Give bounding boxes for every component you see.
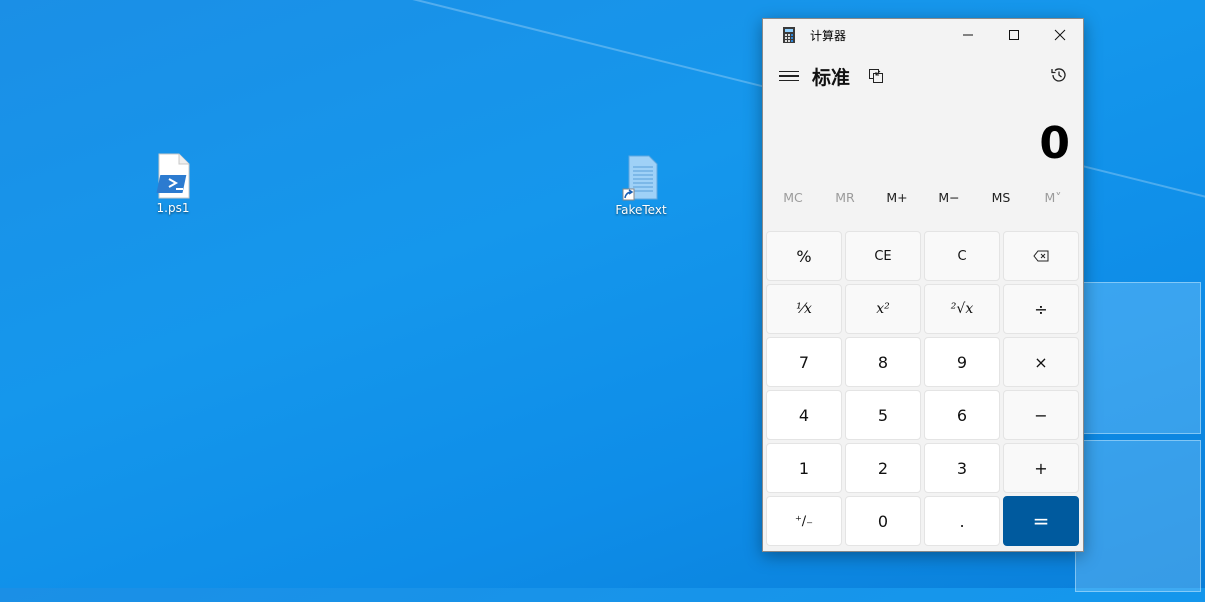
decimal-key[interactable]: . (924, 496, 1000, 546)
multiply-key[interactable]: × (1003, 337, 1079, 387)
desktop-icon-label: FakeText (615, 203, 667, 217)
clear-entry-key[interactable]: CE (845, 231, 921, 281)
calculator-header: 标准 (763, 51, 1083, 101)
wallpaper-windows-logo (1075, 282, 1205, 602)
maximize-icon (1009, 30, 1019, 40)
close-icon (1054, 29, 1066, 41)
subtract-key[interactable]: − (1003, 390, 1079, 440)
keypad: % CE C ¹⁄x x² ²√x ÷ 7 8 9 × 4 5 6 − 1 2 … (766, 231, 1080, 546)
digit-0-key[interactable]: 0 (845, 496, 921, 546)
powershell-script-icon (153, 153, 193, 199)
maximize-button[interactable] (991, 19, 1037, 51)
history-icon (1051, 68, 1066, 82)
digit-9-key[interactable]: 9 (924, 337, 1000, 387)
minimize-button[interactable] (945, 19, 991, 51)
add-key[interactable]: + (1003, 443, 1079, 493)
backspace-icon (1033, 250, 1049, 262)
minimize-icon (963, 34, 973, 36)
result-display: 0 (1039, 118, 1070, 169)
memory-list-button[interactable]: M˅ (1027, 190, 1079, 205)
digit-3-key[interactable]: 3 (924, 443, 1000, 493)
percent-key[interactable]: % (766, 231, 842, 281)
square-key[interactable]: x² (845, 284, 921, 334)
digit-8-key[interactable]: 8 (845, 337, 921, 387)
mode-title: 标准 (812, 66, 851, 89)
backspace-key[interactable] (1003, 231, 1079, 281)
calculator-app-icon (782, 27, 796, 43)
square-root-key[interactable]: ²√x (924, 284, 1000, 334)
divide-key[interactable]: ÷ (1003, 284, 1079, 334)
memory-recall-button[interactable]: MR (819, 190, 871, 205)
memory-add-button[interactable]: M+ (871, 190, 923, 205)
digit-4-key[interactable]: 4 (766, 390, 842, 440)
keep-on-top-icon (869, 69, 884, 83)
close-button[interactable] (1037, 19, 1083, 51)
digit-1-key[interactable]: 1 (766, 443, 842, 493)
memory-clear-button[interactable]: MC (767, 190, 819, 205)
digit-5-key[interactable]: 5 (845, 390, 921, 440)
digit-7-key[interactable]: 7 (766, 337, 842, 387)
digit-2-key[interactable]: 2 (845, 443, 921, 493)
desktop-icon-1-ps1[interactable]: 1.ps1 (138, 153, 208, 215)
memory-subtract-button[interactable]: M− (923, 190, 975, 205)
calculator-window: 计算器 标准 0 MC MR M+ M− MS M˅ % CE C ¹⁄x x²… (762, 18, 1084, 552)
digit-6-key[interactable]: 6 (924, 390, 1000, 440)
clear-key[interactable]: C (924, 231, 1000, 281)
title-bar[interactable]: 计算器 (763, 19, 1083, 51)
memory-row: MC MR M+ M− MS M˅ (763, 182, 1083, 212)
negate-key[interactable]: ⁺∕₋ (766, 496, 842, 546)
desktop-icon-label: 1.ps1 (156, 201, 190, 215)
memory-store-button[interactable]: MS (975, 190, 1027, 205)
navigation-menu-button[interactable] (779, 68, 799, 85)
history-button[interactable] (1049, 65, 1069, 85)
equals-key[interactable]: = (1003, 496, 1079, 546)
reciprocal-key[interactable]: ¹⁄x (766, 284, 842, 334)
text-file-shortcut-icon (621, 155, 661, 201)
desktop-icon-faketext[interactable]: FakeText (606, 155, 676, 217)
keep-on-top-button[interactable] (868, 68, 884, 84)
window-title: 计算器 (810, 28, 847, 43)
